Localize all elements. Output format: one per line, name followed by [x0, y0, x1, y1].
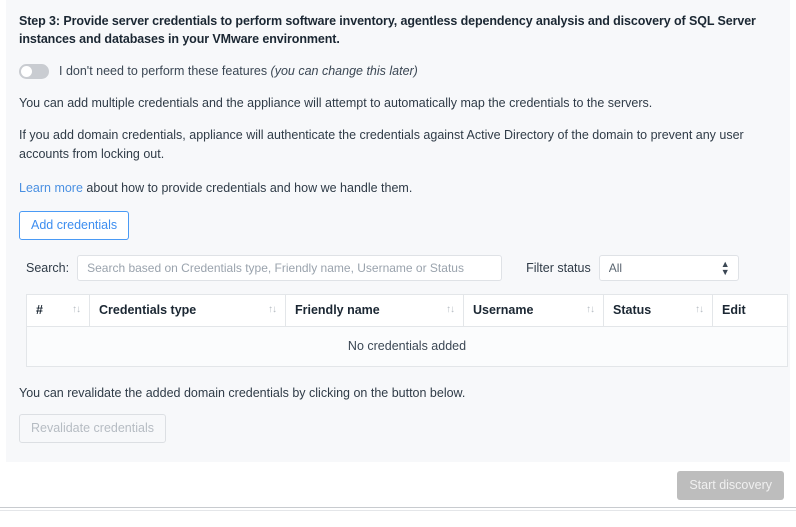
add-credentials-button[interactable]: Add credentials	[19, 211, 130, 240]
column-header-username-label: Username	[473, 303, 534, 317]
filter-status-label: Filter status	[526, 261, 591, 275]
column-header-number[interactable]: # ↑↓	[26, 294, 90, 327]
column-header-status-label: Status	[613, 303, 652, 317]
learn-more-link-credentials[interactable]: Learn more	[19, 181, 83, 195]
sort-icon-username[interactable]: ↑↓	[586, 305, 595, 315]
info-paragraph-1: You can add multiple credentials and the…	[19, 96, 653, 110]
info-paragraph-2: If you add domain credentials, appliance…	[19, 128, 744, 161]
search-label: Search:	[26, 261, 70, 275]
learn-more-paragraph: Learn more about how to provide credenti…	[19, 179, 777, 198]
filter-status-select[interactable]: All	[598, 255, 739, 281]
credentials-table-header-row: # ↑↓ Credentials type ↑↓ Friendly name ↑…	[26, 294, 788, 327]
revalidate-description: You can revalidate the added domain cred…	[19, 386, 466, 400]
filter-status-select-wrapper: All ▲ ▼	[598, 255, 739, 281]
column-header-friendly-name-label: Friendly name	[295, 303, 380, 317]
search-input[interactable]	[77, 255, 503, 281]
column-header-edit: Edit	[712, 294, 788, 327]
table-empty-row: No credentials added	[26, 326, 788, 367]
page-title: Step 3: Provide server credentials to pe…	[19, 14, 756, 46]
column-header-credentials-type[interactable]: Credentials type ↑↓	[89, 294, 286, 327]
sort-icon-friendly-name[interactable]: ↑↓	[446, 305, 455, 315]
column-header-status[interactable]: Status ↑↓	[603, 294, 713, 327]
sort-icon-credentials-type[interactable]: ↑↓	[268, 305, 277, 315]
search-filter-row: Search: Filter status All ▲▼	[19, 255, 777, 281]
column-header-number-label: #	[36, 303, 43, 317]
empty-state-message: No credentials added	[26, 326, 788, 367]
revalidate-credentials-button[interactable]: Revalidate credentials	[19, 414, 166, 443]
toggle-label-text: I don't need to perform these features	[59, 64, 271, 78]
footer-divider-secondary	[0, 510, 796, 511]
credentials-table: # ↑↓ Credentials type ↑↓ Friendly name ↑…	[26, 294, 788, 367]
skip-features-toggle[interactable]	[19, 63, 49, 79]
sort-icon-number[interactable]: ↑↓	[72, 305, 81, 315]
footer-divider	[0, 507, 796, 508]
learn-more-rest-text: about how to provide credentials and how…	[82, 181, 413, 195]
skip-features-toggle-row[interactable]: I don't need to perform these features (…	[19, 62, 777, 80]
column-header-edit-label: Edit	[722, 303, 746, 317]
column-header-friendly-name[interactable]: Friendly name ↑↓	[285, 294, 464, 327]
toggle-label-hint: (you can change this later)	[270, 64, 418, 78]
skip-features-toggle-label: I don't need to perform these features (…	[59, 64, 418, 78]
column-header-username[interactable]: Username ↑↓	[463, 294, 604, 327]
toggle-knob	[21, 65, 32, 77]
credentials-panel: Step 3: Provide server credentials to pe…	[6, 0, 790, 479]
sort-icon-status[interactable]: ↑↓	[695, 305, 704, 315]
column-header-credentials-type-label: Credentials type	[99, 303, 197, 317]
start-discovery-button[interactable]: Start discovery	[677, 471, 784, 500]
footer-bar: Start discovery	[6, 462, 790, 508]
